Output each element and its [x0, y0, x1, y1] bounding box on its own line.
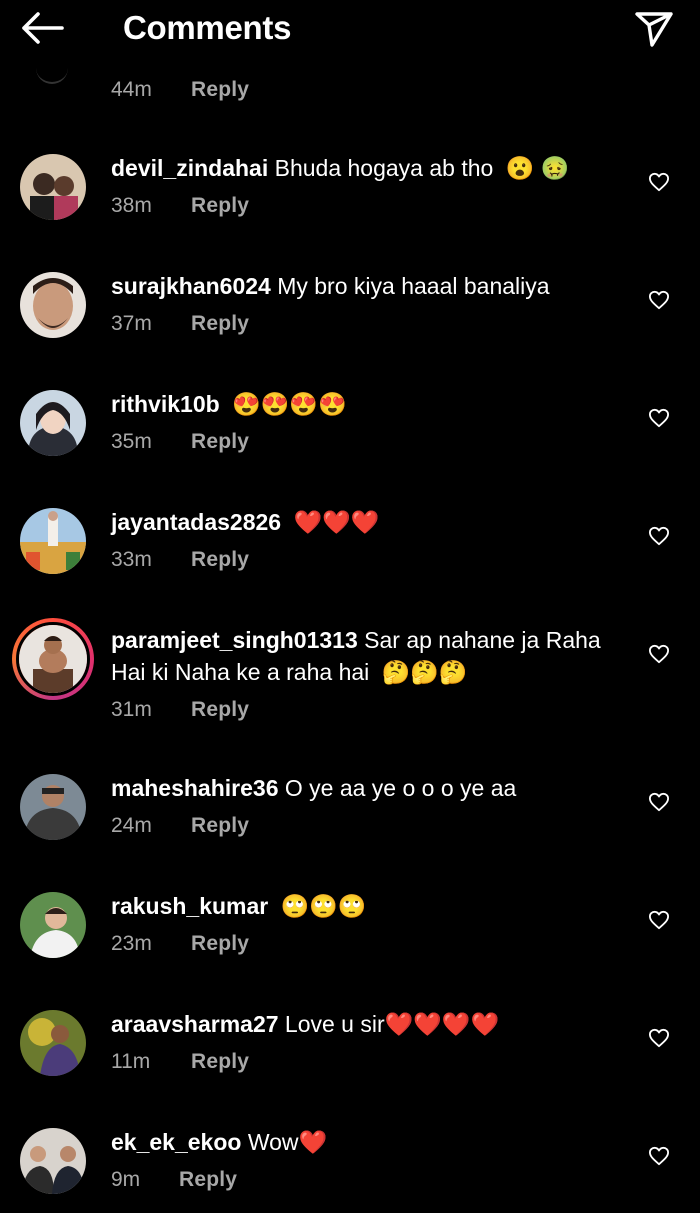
like-button[interactable]: [642, 403, 676, 437]
comment-time: 23m: [111, 932, 152, 955]
comment-username[interactable]: araavsharma27: [111, 1011, 279, 1037]
reply-button[interactable]: Reply: [191, 194, 249, 218]
comment-body: maheshahire36 O ye aa ye o o o ye aa: [111, 772, 621, 804]
reply-button[interactable]: Reply: [191, 932, 249, 956]
comment-meta: 38m Reply: [111, 194, 249, 218]
heart-icon: [648, 1146, 670, 1171]
reply-button[interactable]: Reply: [191, 698, 249, 722]
avatar[interactable]: [20, 508, 86, 574]
reply-button[interactable]: Reply: [191, 548, 249, 572]
comment-text: My bro kiya haaal banaliya: [277, 273, 550, 299]
comment-meta: 44m Reply: [111, 78, 249, 102]
comment-body: paramjeet_singh01313 Sar ap nahane ja Ra…: [111, 624, 621, 688]
reply-button[interactable]: Reply: [191, 78, 249, 102]
avatar[interactable]: [20, 272, 86, 338]
header-bar: Comments: [0, 0, 700, 62]
comment-body: rithvik10b 😍😍😍😍: [111, 388, 621, 420]
heart-icon: [648, 910, 670, 935]
reply-button[interactable]: Reply: [191, 1050, 249, 1074]
comment-emojis: ❤️❤️❤️: [293, 509, 380, 535]
comment-meta: 33m Reply: [111, 548, 249, 572]
like-button[interactable]: [642, 639, 676, 673]
comment-username[interactable]: ek_ek_ekoo: [111, 1129, 241, 1155]
comment-username[interactable]: paramjeet_singh01313: [111, 627, 358, 653]
comment-meta: 24m Reply: [111, 814, 249, 838]
comment-emojis: 🙄🙄🙄: [280, 893, 367, 919]
comment-emojis: 😍😍😍😍: [232, 391, 347, 417]
comment-emojis: 🤔🤔🤔: [381, 659, 468, 685]
avatar[interactable]: [20, 1128, 86, 1194]
avatar-story-ring[interactable]: [12, 618, 94, 700]
comment-body: jayantadas2826 ❤️❤️❤️: [111, 506, 621, 538]
like-button[interactable]: [642, 1023, 676, 1057]
comment-meta: 11m Reply: [111, 1050, 249, 1074]
comment-time: 11m: [111, 1050, 151, 1073]
heart-icon: [648, 172, 670, 197]
avatar: [16, 622, 90, 696]
comment-body: ek_ek_ekoo Wow❤️: [111, 1126, 621, 1158]
comment-body: surajkhan6024 My bro kiya haaal banaliya: [111, 270, 621, 302]
comment-body: devil_zindahai Bhuda hogaya ab tho 😮 🤢: [111, 152, 621, 184]
comment-time: 38m: [111, 194, 152, 217]
reply-button[interactable]: Reply: [191, 312, 249, 336]
comment-time: 35m: [111, 430, 152, 453]
avatar[interactable]: [20, 892, 86, 958]
comment-emojis: ❤️❤️❤️❤️: [384, 1011, 500, 1037]
comment-emojis: ❤️: [298, 1129, 328, 1155]
heart-icon: [648, 290, 670, 315]
comment-body: araavsharma27 Love u sir❤️❤️❤️❤️: [111, 1008, 621, 1040]
like-button[interactable]: [642, 167, 676, 201]
like-button[interactable]: [642, 787, 676, 821]
comment-username[interactable]: surajkhan6024: [111, 273, 271, 299]
back-button[interactable]: [18, 8, 66, 52]
comment-username[interactable]: maheshahire36: [111, 775, 278, 801]
comment-username[interactable]: rakush_kumar: [111, 893, 268, 919]
comment-time: 24m: [111, 814, 152, 837]
heart-icon: [648, 526, 670, 551]
avatar[interactable]: [20, 390, 86, 456]
comment-username[interactable]: rithvik10b: [111, 391, 220, 417]
share-button[interactable]: [626, 6, 682, 56]
comment-meta: 9m Reply: [111, 1168, 237, 1192]
arrow-left-icon: [20, 11, 64, 50]
paper-plane-icon: [634, 10, 674, 53]
heart-icon: [648, 1028, 670, 1053]
comment-time: 44m: [111, 78, 152, 101]
comment-text: Bhuda hogaya ab tho: [274, 155, 494, 181]
comment-time: 33m: [111, 548, 152, 571]
avatar[interactable]: [20, 1010, 86, 1076]
like-button[interactable]: [642, 905, 676, 939]
comment-meta: 37m Reply: [111, 312, 249, 336]
comment-username[interactable]: devil_zindahai: [111, 155, 268, 181]
heart-icon: [648, 644, 670, 669]
like-button[interactable]: [642, 285, 676, 319]
avatar[interactable]: [20, 154, 86, 220]
comment-emojis: 😮 🤢: [505, 155, 570, 181]
reply-button[interactable]: Reply: [191, 430, 249, 454]
comment-time: 9m: [111, 1168, 141, 1191]
comment-username[interactable]: jayantadas2826: [111, 509, 281, 535]
like-button[interactable]: [642, 521, 676, 555]
comment-meta: 31m Reply: [111, 698, 249, 722]
comment-text: O ye aa ye o o o ye aa: [284, 775, 517, 801]
comment-meta: 23m Reply: [111, 932, 249, 956]
comment-time: 31m: [111, 698, 152, 721]
comment-text: Wow: [247, 1129, 299, 1155]
page-title: Comments: [123, 9, 292, 46]
heart-icon: [648, 792, 670, 817]
heart-icon: [648, 408, 670, 433]
like-button[interactable]: [642, 1141, 676, 1175]
reply-button[interactable]: Reply: [191, 814, 249, 838]
comment-meta: 35m Reply: [111, 430, 249, 454]
avatar[interactable]: [20, 774, 86, 840]
reply-button[interactable]: Reply: [179, 1168, 237, 1192]
comment-body: rakush_kumar 🙄🙄🙄: [111, 890, 621, 922]
comment-time: 37m: [111, 312, 152, 335]
comment-text: Love u sir: [284, 1011, 385, 1037]
